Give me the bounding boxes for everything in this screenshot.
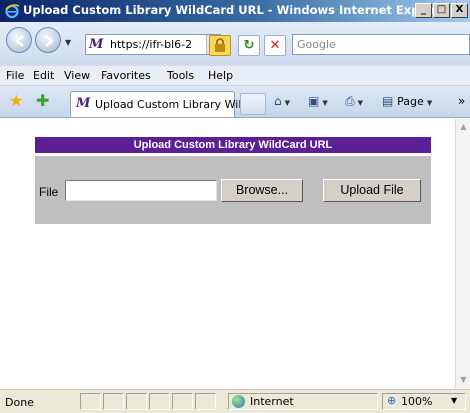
maximize-button[interactable]: □ xyxy=(433,3,450,18)
zoom-level: 100% xyxy=(401,395,433,408)
tab-label: Upload Custom Library Wil... xyxy=(95,98,252,111)
window-controls: _ □ X xyxy=(415,3,468,18)
page-content: Upload Custom Library WildCard URL File … xyxy=(9,119,455,389)
security-zone[interactable]: Internet xyxy=(228,393,378,410)
file-label: File xyxy=(39,185,59,199)
add-favorite-icon[interactable]: ✚ xyxy=(36,93,49,109)
back-arrow-icon xyxy=(15,35,24,47)
search-placeholder: Google xyxy=(297,38,336,51)
menu-help[interactable]: Help xyxy=(208,69,233,82)
security-lock-icon[interactable] xyxy=(209,35,231,56)
site-logo-icon: M xyxy=(89,37,104,52)
page-dropdown-icon: ▼ xyxy=(426,99,433,107)
menu-favorites[interactable]: Favorites xyxy=(101,69,151,82)
menu-view[interactable]: View xyxy=(64,69,90,82)
home-icon: ⌂ xyxy=(274,94,282,108)
scroll-down-icon[interactable]: ▼ xyxy=(457,373,470,387)
status-pane xyxy=(80,393,101,410)
internet-explorer-icon xyxy=(5,4,20,19)
address-input[interactable]: M https://ifr-bl6-2 ▼ xyxy=(85,34,221,55)
status-pane xyxy=(195,393,216,410)
favorites-star-icon[interactable]: ★ xyxy=(9,93,23,109)
address-bar: ▼ M https://ifr-bl6-2 ▼ ↻ ✕ Google xyxy=(0,22,470,66)
page-menu-button[interactable]: ▤ Page ▼ xyxy=(382,94,432,108)
forward-arrow-icon xyxy=(45,35,54,47)
window-title-bar: Upload Custom Library WildCard URL - Win… xyxy=(0,0,470,22)
vertical-scrollbar[interactable]: ▲ ▼ xyxy=(455,119,470,389)
tab-active[interactable]: M Upload Custom Library Wil... xyxy=(70,91,252,117)
search-input[interactable]: Google xyxy=(292,34,470,55)
file-path-input[interactable] xyxy=(65,180,217,201)
home-button[interactable]: ⌂ ▼ xyxy=(274,94,290,108)
internet-globe-icon xyxy=(232,395,245,408)
zoom-control[interactable]: ⊕ 100% ▼ xyxy=(382,393,466,410)
home-dropdown-icon: ▼ xyxy=(284,99,291,107)
recent-pages-dropdown-icon[interactable]: ▼ xyxy=(65,38,71,47)
toolbar-overflow-icon[interactable]: » xyxy=(458,94,465,108)
zoom-magnifier-icon: ⊕ xyxy=(387,394,397,407)
tab-bar: ★ ✚ M Upload Custom Library Wil... ⌂ ▼ ▣ ▼… xyxy=(0,86,470,118)
window-title: Upload Custom Library WildCard URL - Win… xyxy=(23,3,451,17)
status-pane xyxy=(149,393,170,410)
zone-label: Internet xyxy=(250,395,294,408)
new-tab-button[interactable] xyxy=(240,93,266,115)
forward-button[interactable] xyxy=(35,27,61,53)
print-button[interactable]: ⎙ ▼ xyxy=(345,94,363,109)
upload-file-button[interactable]: Upload File xyxy=(323,179,421,202)
feeds-button[interactable]: ▣ ▼ xyxy=(308,94,328,108)
menu-edit[interactable]: Edit xyxy=(33,69,54,82)
status-pane xyxy=(172,393,193,410)
menu-tools[interactable]: Tools xyxy=(167,69,194,82)
feeds-icon: ▣ xyxy=(308,94,320,108)
scroll-up-icon[interactable]: ▲ xyxy=(457,120,470,134)
back-button[interactable] xyxy=(6,27,32,53)
close-button[interactable]: X xyxy=(451,3,468,18)
print-dropdown-icon: ▼ xyxy=(357,99,363,107)
upload-panel: File Browse... Upload File xyxy=(35,156,431,224)
page-menu-label: Page xyxy=(397,95,424,108)
refresh-button[interactable]: ↻ xyxy=(238,35,260,56)
browse-button[interactable]: Browse... xyxy=(221,179,303,202)
menu-bar: File Edit View Favorites Tools Help xyxy=(0,66,470,86)
status-pane xyxy=(103,393,124,410)
lock-glyph-icon xyxy=(215,38,225,52)
stop-button[interactable]: ✕ xyxy=(264,35,286,56)
form-header: Upload Custom Library WildCard URL xyxy=(35,137,431,153)
zoom-dropdown-icon: ▼ xyxy=(451,396,458,405)
print-icon: ⎙ xyxy=(345,94,355,108)
minimize-button[interactable]: _ xyxy=(415,3,432,18)
status-bar: Done Internet ⊕ 100% ▼ xyxy=(0,389,470,413)
address-url: https://ifr-bl6-2 xyxy=(110,38,193,51)
feeds-dropdown-icon: ▼ xyxy=(322,99,328,107)
tab-site-logo-icon: M xyxy=(76,96,91,111)
status-text: Done xyxy=(5,396,34,409)
status-pane xyxy=(126,393,147,410)
page-icon: ▤ xyxy=(382,94,394,108)
menu-file[interactable]: File xyxy=(6,69,24,82)
